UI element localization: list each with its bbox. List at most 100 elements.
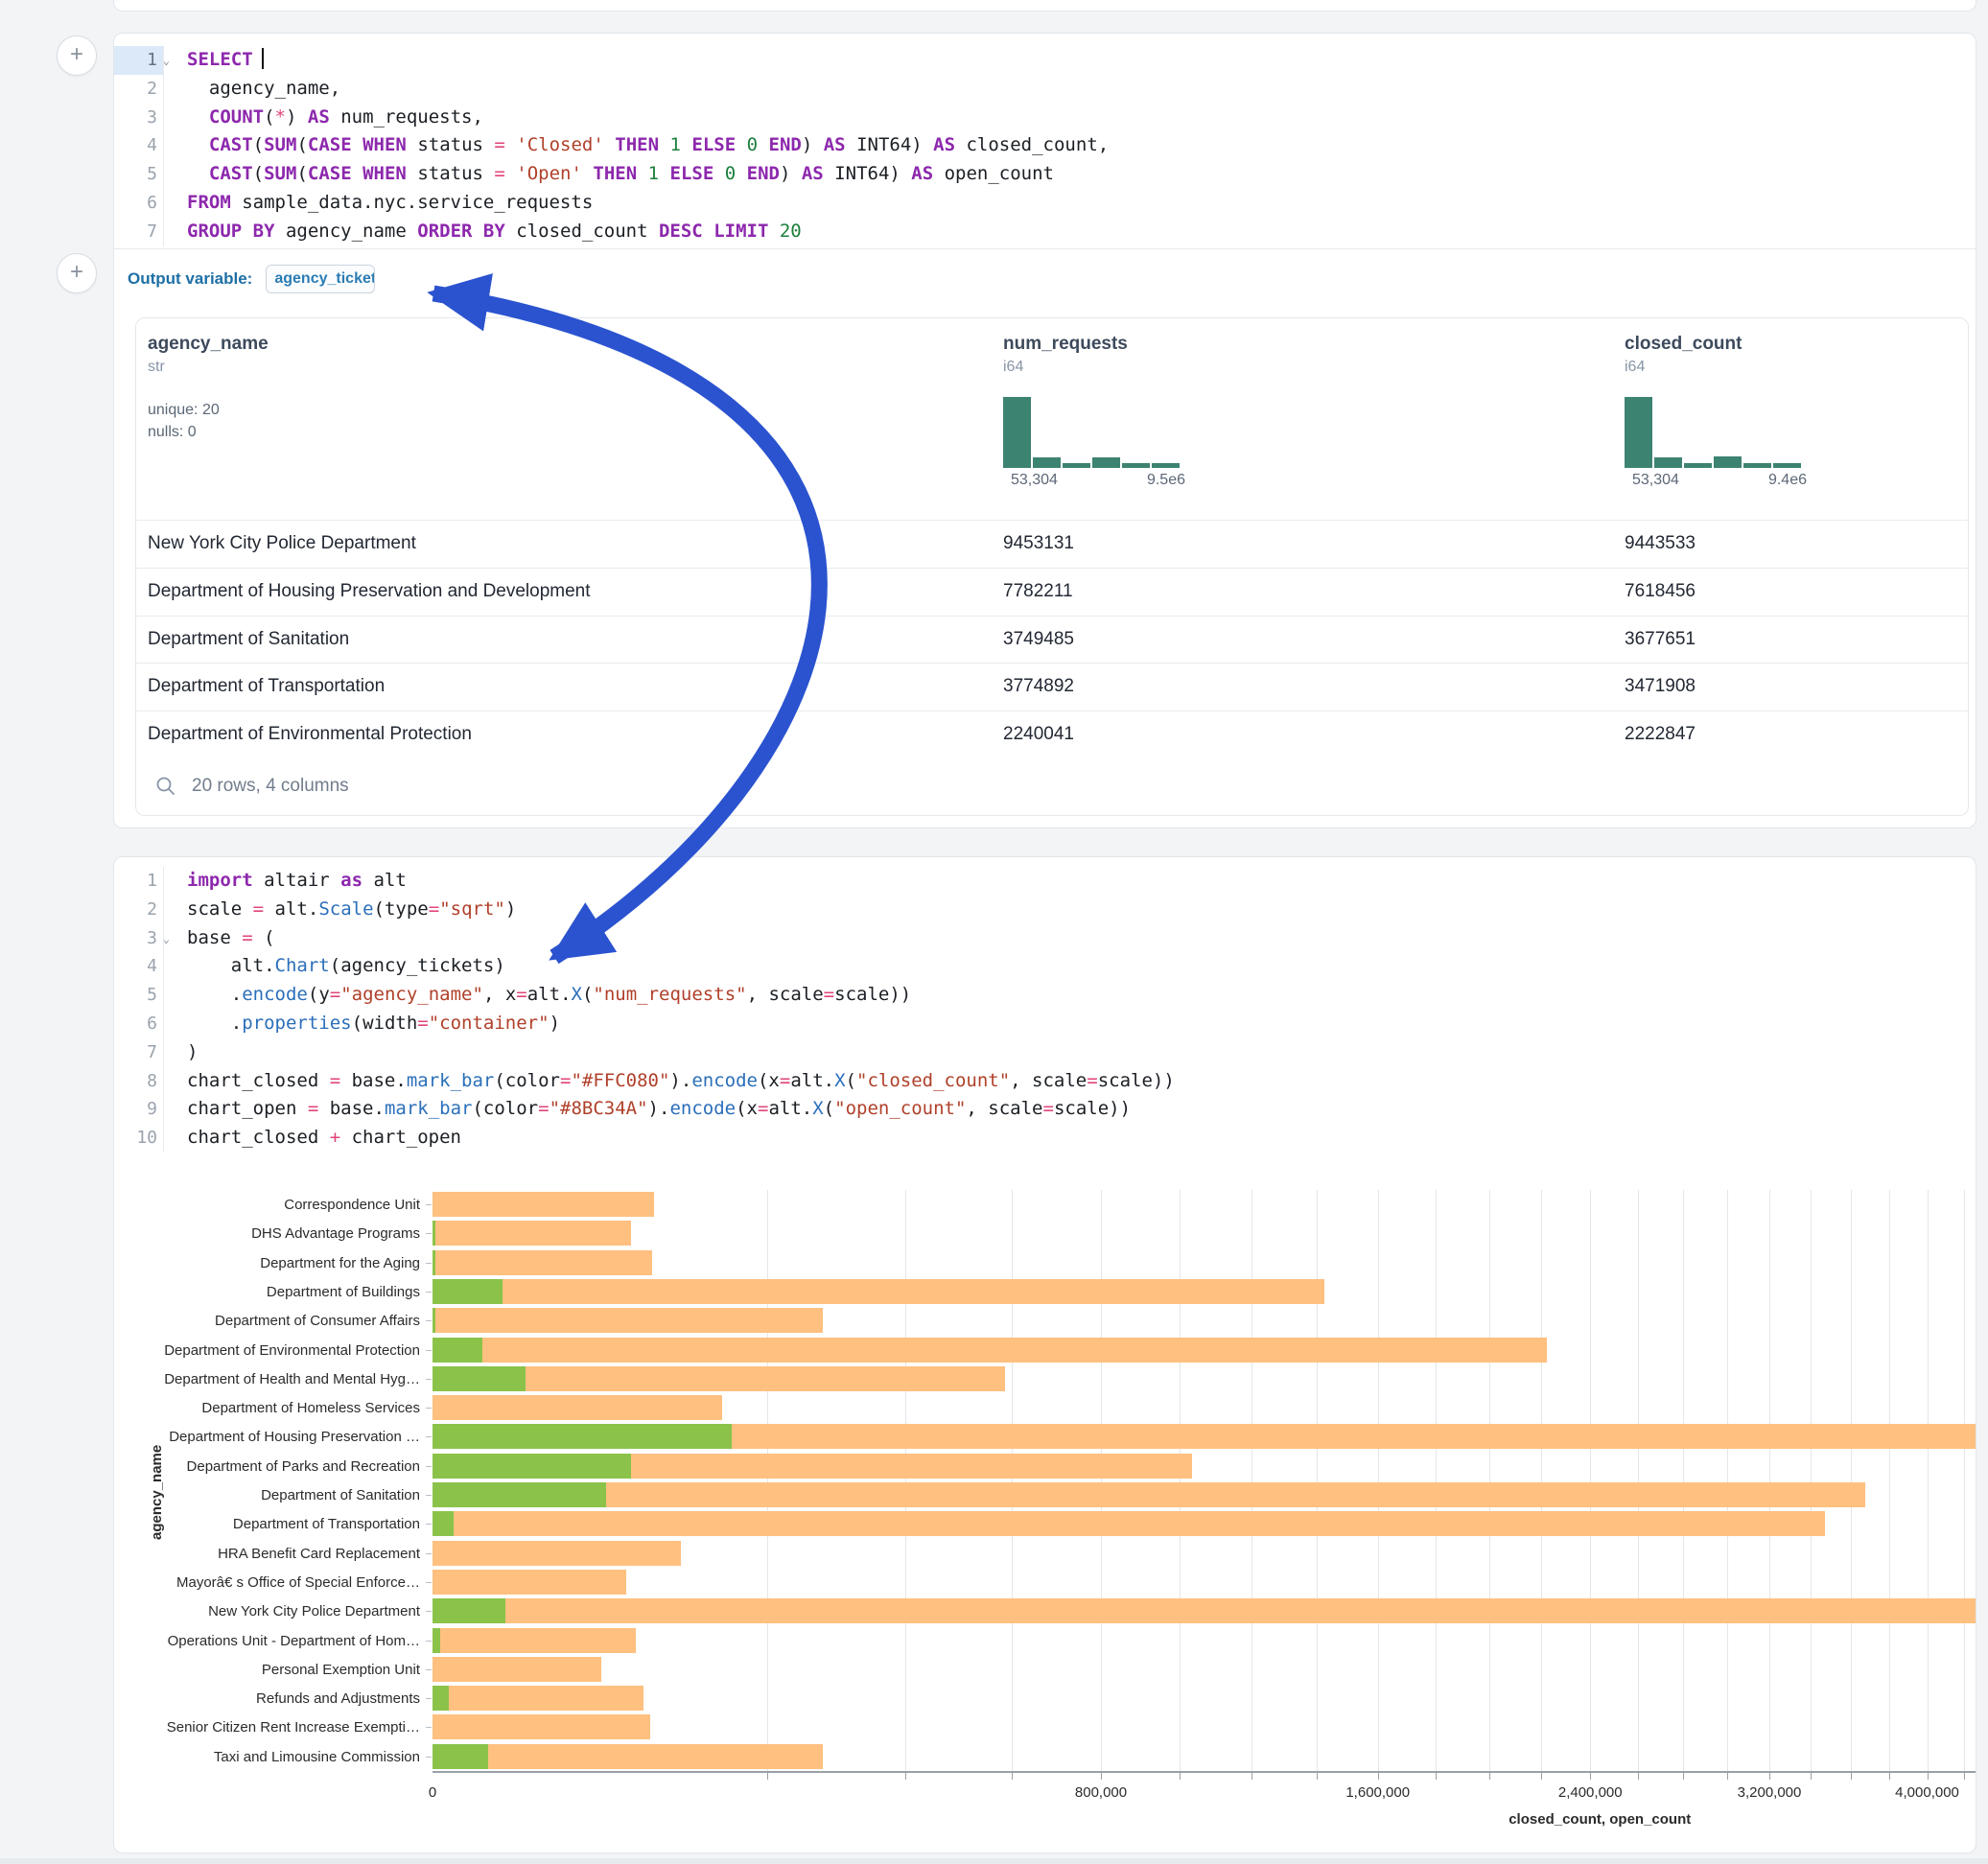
histogram-bar <box>1033 457 1061 468</box>
line-number: 6 <box>114 1010 164 1038</box>
table-summary: 20 rows, 4 columns <box>192 776 349 797</box>
code-text[interactable]: SELECT <box>164 46 264 75</box>
chart-x-label: 1,600,000 <box>1345 1784 1410 1801</box>
column-type: i64 <box>1625 359 1742 376</box>
chart-y-label: Department of Health and Mental Hyg… <box>164 1371 420 1387</box>
chart-y-label: New York City Police Department <box>208 1603 420 1619</box>
code-line[interactable]: 6FROM sample_data.nyc.service_requests <box>114 189 1976 218</box>
code-line[interactable]: 2scale = alt.Scale(type="sqrt") <box>114 896 1976 924</box>
chart-gridline <box>767 1190 768 1771</box>
python-code-editor[interactable]: 1import altair as alt2scale = alt.Scale(… <box>114 867 1976 1153</box>
output-variable-pill[interactable]: agency_tickets <box>266 265 375 293</box>
chart-y-tick <box>426 1669 432 1670</box>
chart-y-tick <box>426 1292 432 1293</box>
add-cell-button-top[interactable]: + <box>57 35 97 76</box>
chart-x-axis-title: closed_count, open_count <box>1509 1811 1691 1828</box>
python-cell-card: 1import altair as alt2scale = alt.Scale(… <box>113 856 1976 1853</box>
search-icon[interactable] <box>155 776 176 797</box>
code-line[interactable]: 4 alt.Chart(agency_tickets) <box>114 952 1976 981</box>
chart-bar-open <box>433 1482 606 1507</box>
table-row: Department of Housing Preservation and D… <box>136 568 1968 616</box>
code-text[interactable]: CAST(SUM(CASE WHEN status = 'Open' THEN … <box>164 160 1054 189</box>
code-text[interactable]: ) <box>164 1038 198 1067</box>
output-variable-label: Output variable: <box>128 269 252 289</box>
code-line[interactable]: 4 CAST(SUM(CASE WHEN status = 'Closed' T… <box>114 131 1976 160</box>
code-line[interactable]: 2 agency_name, <box>114 75 1976 104</box>
chart-y-label: Department of Homeless Services <box>201 1400 420 1416</box>
chart-x-tick <box>1928 1773 1929 1780</box>
chart-x-tick <box>1811 1773 1812 1780</box>
chart-x-tick <box>1964 1773 1965 1780</box>
table-cell: Department of Environmental Protection <box>148 711 472 758</box>
code-text[interactable]: chart_closed = base.mark_bar(color="#FFC… <box>164 1067 1175 1096</box>
code-text[interactable]: chart_closed + chart_open <box>164 1124 461 1153</box>
chart-x-label: 3,200,000 <box>1738 1784 1802 1801</box>
code-line[interactable]: 5 .encode(y="agency_name", x=alt.X("num_… <box>114 981 1976 1010</box>
chart-y-tick <box>426 1379 432 1380</box>
chart-x-tick <box>1727 1773 1728 1780</box>
chart-y-tick <box>426 1436 432 1437</box>
add-cell-button-middle[interactable]: + <box>57 253 97 293</box>
code-line[interactable]: 1⌄SELECT <box>114 46 1976 75</box>
code-text[interactable]: .encode(y="agency_name", x=alt.X("num_re… <box>164 981 911 1010</box>
column-header[interactable]: num_requestsi64 <box>1003 334 1128 376</box>
chart-gridline <box>1851 1190 1852 1771</box>
fold-caret-icon[interactable]: ⌄ <box>163 925 170 954</box>
table-cell: Department of Transportation <box>148 664 385 711</box>
histogram-bar <box>1684 463 1712 468</box>
chart-y-tick <box>426 1263 432 1264</box>
histogram-bar <box>1092 457 1120 468</box>
chart-x-tick <box>1590 1773 1591 1780</box>
code-line[interactable]: 10chart_closed + chart_open <box>114 1124 1976 1153</box>
column-name: num_requests <box>1003 334 1128 355</box>
code-line[interactable]: 3 COUNT(*) AS num_requests, <box>114 104 1976 132</box>
code-text[interactable]: alt.Chart(agency_tickets) <box>164 952 505 981</box>
column-header[interactable]: agency_namestrunique: 20nulls: 0 <box>148 334 269 443</box>
chart-gridline <box>1012 1190 1013 1771</box>
chart-bar-open <box>433 1279 503 1304</box>
table-row: Department of Sanitation37494853677651 <box>136 616 1968 664</box>
code-text[interactable]: agency_name, <box>164 75 340 104</box>
code-text[interactable]: base = ( <box>164 924 275 953</box>
chart-x-axis-line <box>433 1771 1976 1773</box>
chart-gridline <box>1180 1190 1181 1771</box>
code-text[interactable]: chart_open = base.mark_bar(color="#8BC34… <box>164 1095 1131 1124</box>
table-row: New York City Police Department945313194… <box>136 520 1968 568</box>
code-text[interactable]: GROUP BY agency_name ORDER BY closed_cou… <box>164 218 802 246</box>
chart-y-label: Operations Unit - Department of Hom… <box>168 1633 420 1649</box>
code-text[interactable]: import altair as alt <box>164 867 407 896</box>
sql-code-editor[interactable]: 1⌄SELECT2 agency_name,3 COUNT(*) AS num_… <box>114 46 1976 246</box>
code-text[interactable]: CAST(SUM(CASE WHEN status = 'Closed' THE… <box>164 131 1109 160</box>
table-cell: 3749485 <box>1003 617 1074 664</box>
chart-bar-open <box>433 1511 454 1536</box>
code-line[interactable]: 1import altair as alt <box>114 867 1976 896</box>
chart-y-tick <box>426 1641 432 1642</box>
chart-y-label: Department of Parks and Recreation <box>187 1458 420 1475</box>
line-number: 2 <box>114 75 164 104</box>
code-text[interactable]: FROM sample_data.nyc.service_requests <box>164 189 593 218</box>
code-line[interactable]: 3⌄base = ( <box>114 924 1976 953</box>
chart-bar-closed <box>433 1657 601 1682</box>
code-text[interactable]: COUNT(*) AS num_requests, <box>164 104 483 132</box>
chart-x-tick <box>1541 1773 1542 1780</box>
chart-bar-closed <box>433 1628 636 1653</box>
code-line[interactable]: 8chart_closed = base.mark_bar(color="#FF… <box>114 1067 1976 1096</box>
column-header[interactable]: closed_counti64 <box>1625 334 1742 376</box>
chart-y-tick <box>426 1611 432 1612</box>
table-cell: 3774892 <box>1003 664 1074 711</box>
chart-x-tick <box>1638 1773 1639 1780</box>
code-line[interactable]: 9chart_open = base.mark_bar(color="#8BC3… <box>114 1095 1976 1124</box>
fold-caret-icon[interactable]: ⌄ <box>163 47 170 76</box>
chart-y-tick <box>426 1408 432 1409</box>
code-line[interactable]: 7GROUP BY agency_name ORDER BY closed_co… <box>114 218 1976 246</box>
chart-y-label: DHS Advantage Programs <box>251 1225 420 1242</box>
code-line[interactable]: 7) <box>114 1038 1976 1067</box>
chart-x-tick <box>905 1773 906 1780</box>
chart-bar-closed <box>433 1338 1547 1363</box>
code-line[interactable]: 6 .properties(width="container") <box>114 1010 1976 1038</box>
chart-y-label: Correspondence Unit <box>284 1197 420 1213</box>
code-text[interactable]: .properties(width="container") <box>164 1010 560 1038</box>
code-text[interactable]: scale = alt.Scale(type="sqrt") <box>164 896 516 924</box>
column-type: str <box>148 359 269 376</box>
code-line[interactable]: 5 CAST(SUM(CASE WHEN status = 'Open' THE… <box>114 160 1976 189</box>
